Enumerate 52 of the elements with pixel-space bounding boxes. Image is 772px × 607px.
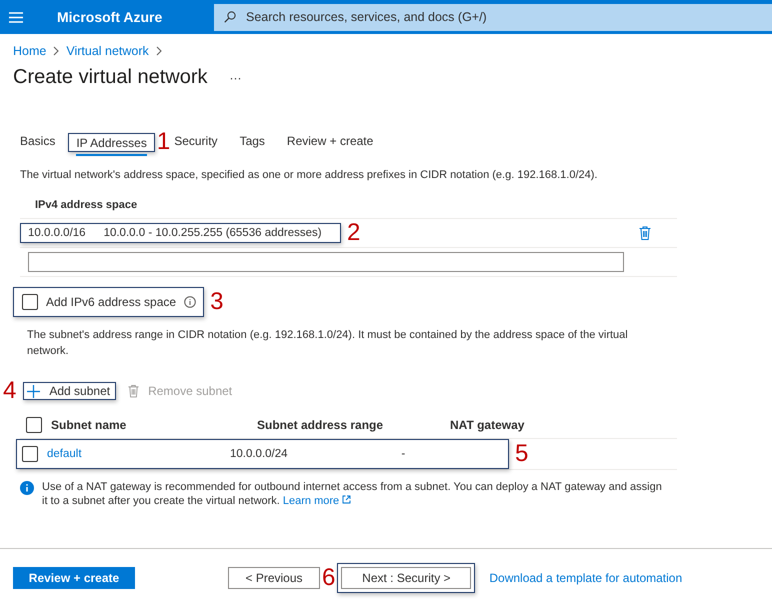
trash-icon bbox=[128, 384, 140, 398]
callout-number: 6 bbox=[322, 566, 336, 590]
previous-button[interactable]: < Previous bbox=[228, 567, 320, 589]
table-row[interactable]: default 10.0.0.0/24 - bbox=[16, 439, 509, 469]
column-header: Subnet address range bbox=[257, 418, 384, 432]
tab[interactable]: Review + create bbox=[286, 130, 374, 154]
review-create-button[interactable]: Review + create bbox=[13, 567, 135, 589]
address-prefix: 10.0.0.0/16 bbox=[28, 227, 86, 239]
plus-icon bbox=[27, 384, 40, 398]
chevron-icon bbox=[53, 46, 60, 56]
tab[interactable]: Security bbox=[174, 130, 218, 154]
tab[interactable]: Basics bbox=[20, 130, 56, 154]
search-icon bbox=[224, 11, 236, 23]
external-link-icon bbox=[342, 495, 352, 504]
search-field[interactable]: Search resources, services, and docs (G+/) bbox=[244, 9, 772, 25]
next-button[interactable]: Next : Security > bbox=[341, 567, 472, 589]
table-cell-text: - bbox=[401, 448, 406, 460]
callout-number: 2 bbox=[347, 221, 360, 245]
learn-more-link[interactable]: Learn more bbox=[282, 495, 352, 507]
description-text: The virtual network's address space, specified as one or more address prefixes in CIDR notation (e.g. 192.168.1.0/24). bbox=[20, 168, 598, 183]
page-title: Create virtual network bbox=[13, 66, 208, 89]
more-options-button[interactable]: ··· bbox=[230, 70, 242, 84]
column-header: Subnet name bbox=[51, 418, 128, 432]
callout-number: 1 bbox=[156, 130, 170, 154]
menu-icon[interactable] bbox=[9, 12, 23, 22]
row-checkbox[interactable] bbox=[22, 446, 38, 462]
address-range: 10.0.0.0 - 10.0.255.255 (65536 addresses) bbox=[104, 227, 322, 239]
table-cell-text: 10.0.0.0/24 bbox=[230, 448, 289, 460]
delete-icon[interactable] bbox=[639, 226, 651, 240]
subnet-link[interactable]: default bbox=[47, 448, 230, 460]
column-header: IPv4 address space bbox=[20, 195, 677, 219]
download-template-link[interactable]: Download a template for automation bbox=[489, 571, 682, 585]
description-text: The subnet's address range in CIDR notation (e.g. 192.168.1.0/24). It must be contained by the address space of the virtual network. bbox=[26, 328, 629, 359]
input-field[interactable] bbox=[28, 252, 624, 272]
callout-number: 4 bbox=[3, 379, 16, 403]
chevron-icon bbox=[156, 46, 162, 56]
info-message: Use of a NAT gateway is recommended for outbound internet access from a subnet. You can deploy a NAT gateway and assign it to a subnet after you create the virtual network. Learn more bbox=[42, 480, 663, 508]
tab[interactable]: Tags bbox=[240, 130, 265, 154]
info-icon bbox=[20, 481, 34, 495]
brand-name[interactable]: Microsoft Azure bbox=[57, 9, 214, 25]
search-bar[interactable]: Search resources, services, and docs (G+/) bbox=[214, 4, 772, 30]
checkbox[interactable] bbox=[22, 294, 38, 310]
add-subnet-button[interactable]: Add subnet bbox=[23, 382, 116, 400]
breadcrumb-link[interactable]: Virtual network bbox=[66, 44, 149, 58]
breadcrumb-link[interactable]: Home bbox=[13, 44, 46, 58]
callout-number: 5 bbox=[515, 442, 528, 466]
tab[interactable]: IP Addresses bbox=[76, 132, 147, 156]
select-all-checkbox[interactable] bbox=[26, 417, 42, 433]
callout-number: 3 bbox=[210, 290, 224, 314]
column-header: NAT gateway bbox=[450, 418, 526, 432]
info-icon[interactable] bbox=[184, 296, 196, 308]
checkbox-label: Add IPv6 address space bbox=[46, 295, 176, 309]
